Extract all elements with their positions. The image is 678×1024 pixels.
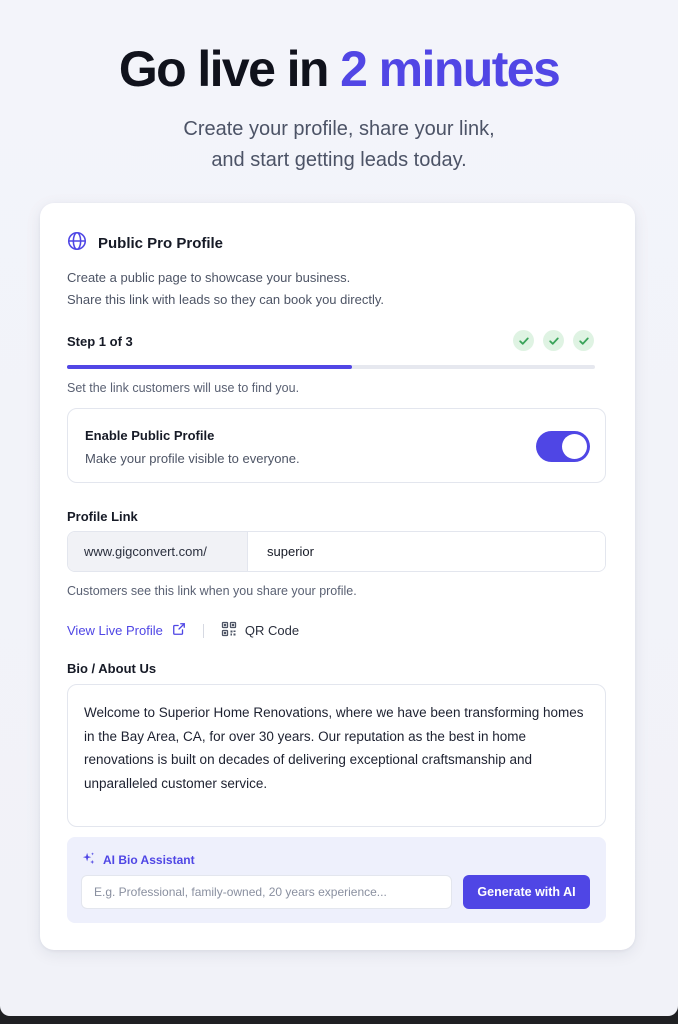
view-live-profile-label: View Live Profile	[67, 623, 163, 638]
profile-link-field: www.gigconvert.com/	[67, 531, 606, 572]
bio-textarea[interactable]: Welcome to Superior Home Renovations, wh…	[67, 684, 606, 827]
step-hint: Set the link customers will use to find …	[67, 381, 300, 395]
ai-bio-assistant-panel: AI Bio Assistant Generate with AI	[67, 837, 606, 923]
profile-link-hint: Customers see this link when you share y…	[67, 584, 357, 598]
profile-link-prefix: www.gigconvert.com/	[68, 532, 248, 571]
profile-slug-input[interactable]	[248, 532, 605, 571]
qr-code-icon	[221, 621, 245, 640]
card-description-line1: Create a public page to showcase your bu…	[67, 270, 351, 285]
step-label: Step 1 of 3	[67, 334, 133, 349]
profile-link-label: Profile Link	[67, 509, 138, 524]
ai-prompt-input[interactable]	[81, 875, 452, 909]
bio-label: Bio / About Us	[67, 661, 157, 676]
card-description: Create a public page to showcase your bu…	[67, 267, 384, 311]
step-checks	[513, 330, 594, 351]
ai-bio-assistant-title: AI Bio Assistant	[81, 851, 195, 869]
external-link-icon	[163, 622, 186, 639]
page-background: Go live in 2 minutes Create your profile…	[0, 0, 678, 1016]
toggle-title: Enable Public Profile	[85, 428, 215, 443]
profile-actions: View Live Profile QR Code	[67, 621, 299, 640]
generate-with-ai-button[interactable]: Generate with AI	[463, 875, 590, 909]
hero-title-start: Go live in	[118, 41, 341, 97]
qr-code-label: QR Code	[244, 623, 300, 638]
hero-subtitle-line2: and start getting leads today.	[211, 149, 467, 171]
enable-public-profile-row: Enable Public Profile Make your profile …	[67, 408, 606, 483]
hero-subtitle-line1: Create your profile, share your link,	[183, 118, 495, 140]
card-title: Public Pro Profile	[98, 235, 224, 252]
hero-subtitle: Create your profile, share your link, an…	[0, 114, 678, 176]
toggle-knob	[562, 434, 587, 459]
card-header: Public Pro Profile	[66, 230, 223, 257]
step-progress-fill	[67, 365, 353, 369]
hero-title: Go live in 2 minutes	[0, 40, 678, 98]
profile-card: Public Pro Profile Create a public page …	[40, 203, 635, 950]
hero-title-accent: 2 minutes	[340, 41, 561, 97]
public-profile-toggle[interactable]	[536, 431, 590, 462]
toggle-description: Make your profile visible to everyone.	[85, 451, 300, 466]
check-icon	[573, 330, 594, 351]
step-progress-track	[67, 365, 595, 369]
check-icon	[513, 330, 534, 351]
sparkle-icon	[81, 851, 103, 869]
action-divider	[202, 623, 204, 638]
ai-bio-assistant-label: AI Bio Assistant	[103, 853, 195, 867]
view-live-profile-link[interactable]: View Live Profile	[67, 622, 186, 639]
qr-code-button[interactable]: QR Code	[221, 621, 299, 640]
check-icon	[543, 330, 564, 351]
card-description-line2: Share this link with leads so they can b…	[67, 292, 384, 307]
globe-icon	[66, 230, 88, 257]
